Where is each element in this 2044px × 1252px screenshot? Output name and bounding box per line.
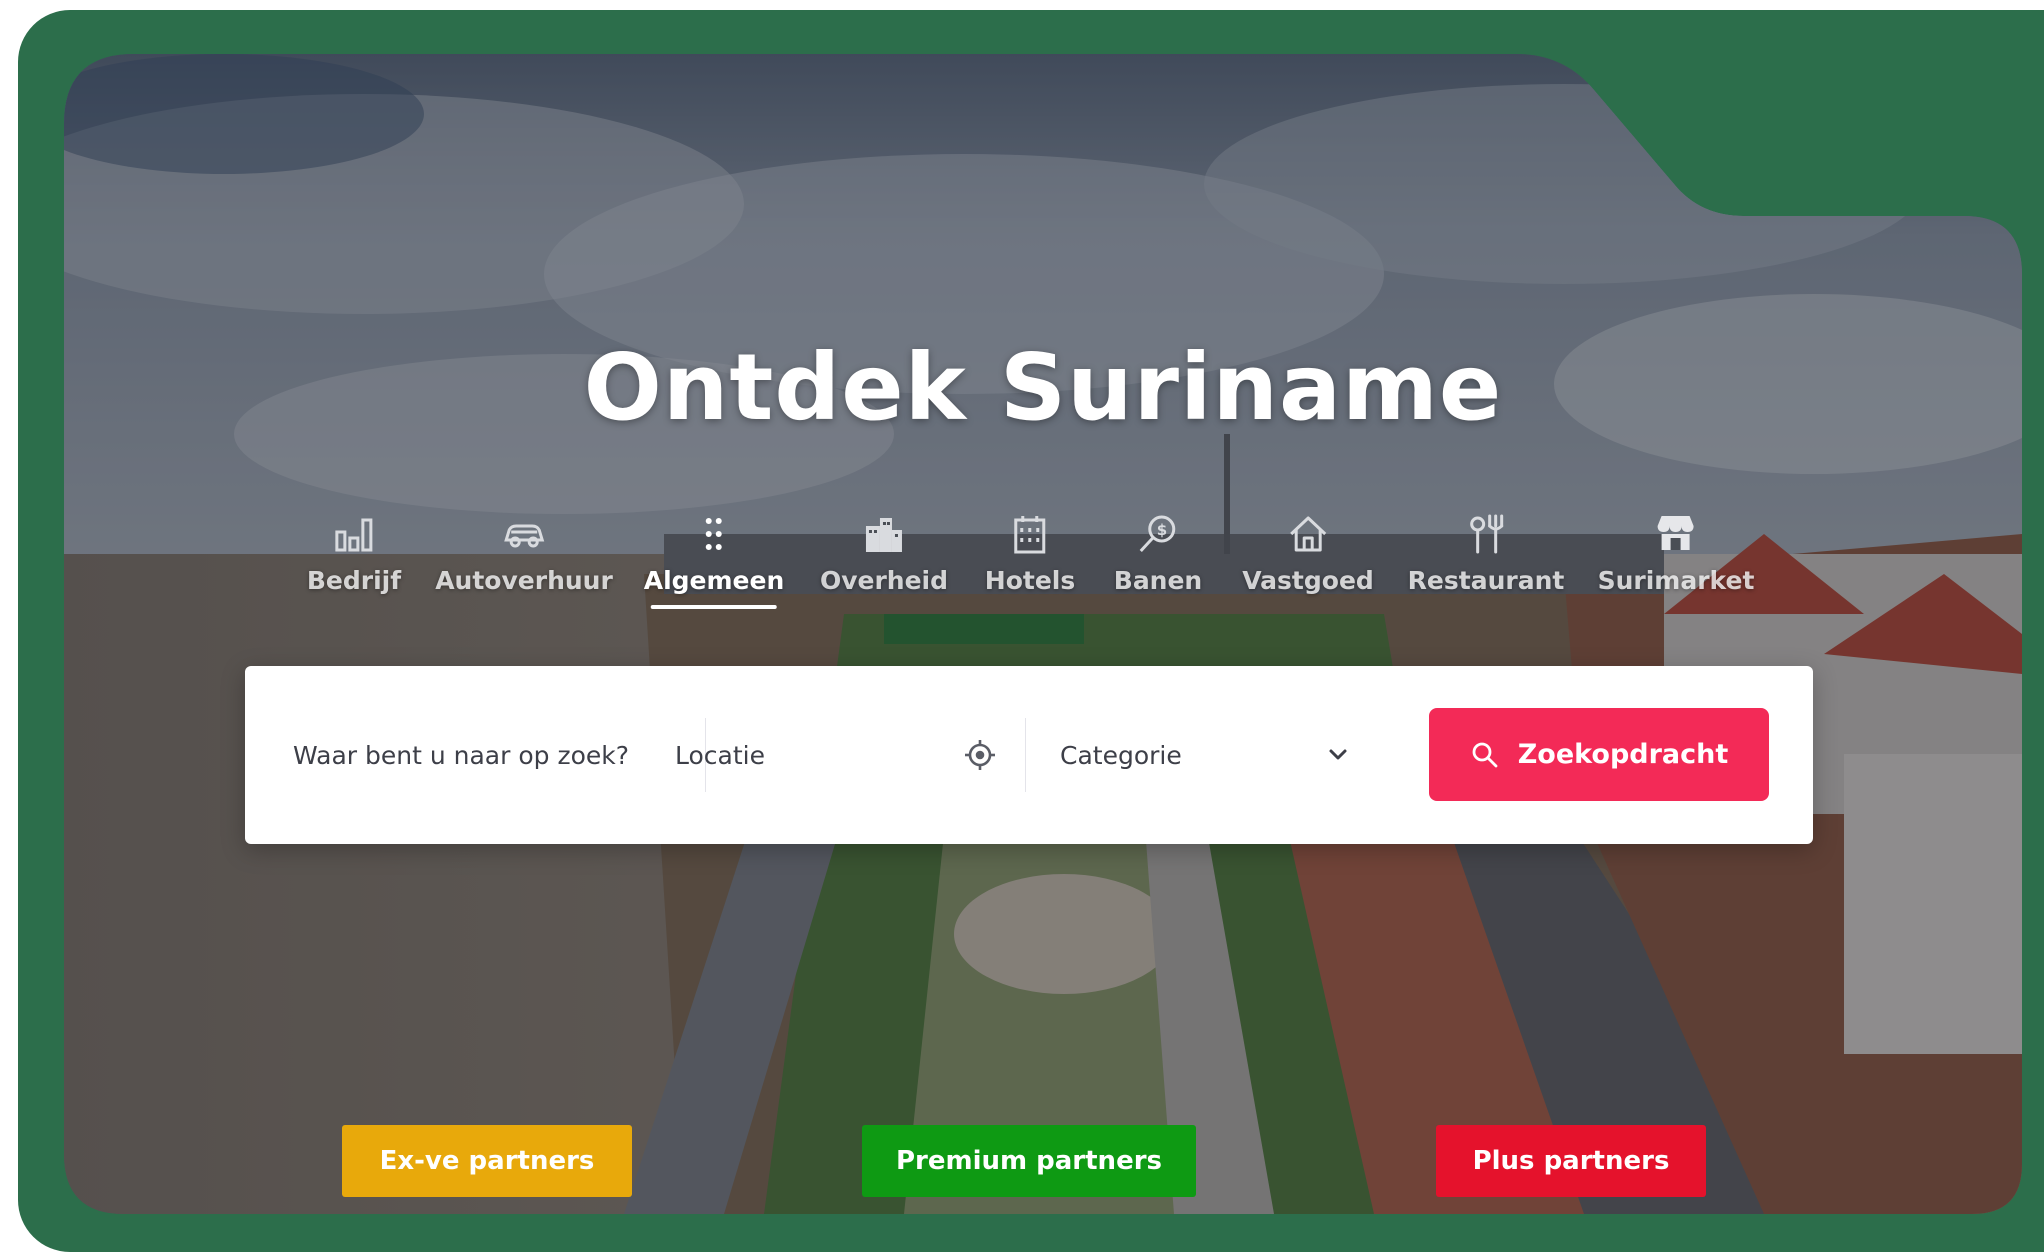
search-icon	[1470, 740, 1500, 770]
hero-section: Ontdek Suriname Bedrijf Autoverhuur Alge…	[64, 54, 2022, 1214]
partner-label: Premium partners	[895, 1146, 1163, 1176]
hotel-building-icon	[1006, 510, 1054, 558]
tab-hotels[interactable]: Hotels	[985, 504, 1075, 614]
partner-label: Ex-ve partners	[379, 1146, 595, 1176]
search-button[interactable]: Zoekopdracht	[1429, 708, 1769, 801]
crosshair-location-icon[interactable]	[963, 738, 997, 772]
tab-underline	[651, 605, 777, 609]
svg-text:$: $	[1157, 521, 1167, 539]
premium-partners-button[interactable]: Premium partners	[862, 1125, 1196, 1197]
divider	[1025, 718, 1026, 792]
house-icon	[1284, 510, 1332, 558]
partner-label: Plus partners	[1472, 1146, 1670, 1176]
job-search-dollar-icon: $	[1134, 510, 1182, 558]
fork-knife-icon	[1462, 510, 1510, 558]
government-building-icon	[860, 510, 908, 558]
plus-partners-button[interactable]: Plus partners	[1436, 1125, 1706, 1197]
category-tabs: Bedrijf Autoverhuur Algemeen Overheid Ho…	[64, 504, 2022, 614]
tab-label: Banen	[1113, 566, 1203, 595]
tab-label: Surimarket	[1597, 566, 1755, 595]
store-icon	[1652, 510, 1700, 558]
what-field[interactable]	[293, 666, 633, 844]
car-icon	[500, 510, 548, 558]
ex-ve-partners-button[interactable]: Ex-ve partners	[342, 1125, 632, 1197]
bar-chart-icon	[330, 510, 378, 558]
tab-restaurant[interactable]: Restaurant	[1408, 504, 1565, 614]
tab-vastgoed[interactable]: Vastgoed	[1242, 504, 1374, 614]
dots-grid-icon	[690, 510, 738, 558]
tab-overheid[interactable]: Overheid	[820, 504, 948, 614]
page-title: Ontdek Suriname	[583, 334, 1503, 441]
tab-label: Bedrijf	[306, 566, 402, 595]
hero-dark-overlay	[64, 54, 2022, 1214]
tab-label: Overheid	[819, 566, 949, 595]
tab-surimarket[interactable]: Surimarket	[1598, 504, 1755, 614]
tab-label: Algemeen	[643, 566, 785, 595]
tab-label: Autoverhuur	[435, 566, 613, 595]
tab-label: Vastgoed	[1242, 566, 1374, 595]
chevron-down-icon[interactable]	[1325, 742, 1351, 768]
category-selected-value: Categorie	[1060, 740, 1182, 770]
tab-algemeen[interactable]: Algemeen	[644, 504, 785, 614]
search-button-label: Zoekopdracht	[1517, 739, 1729, 770]
what-search-input[interactable]	[293, 741, 633, 770]
tab-bedrijf[interactable]: Bedrijf	[307, 504, 401, 614]
tab-autoverhuur[interactable]: Autoverhuur	[435, 504, 613, 614]
search-box: Categorie Zoekopdracht	[245, 666, 1813, 844]
tab-label: Restaurant	[1407, 566, 1565, 595]
tab-banen[interactable]: $ Banen	[1114, 504, 1202, 614]
tab-label: Hotels	[984, 566, 1076, 595]
